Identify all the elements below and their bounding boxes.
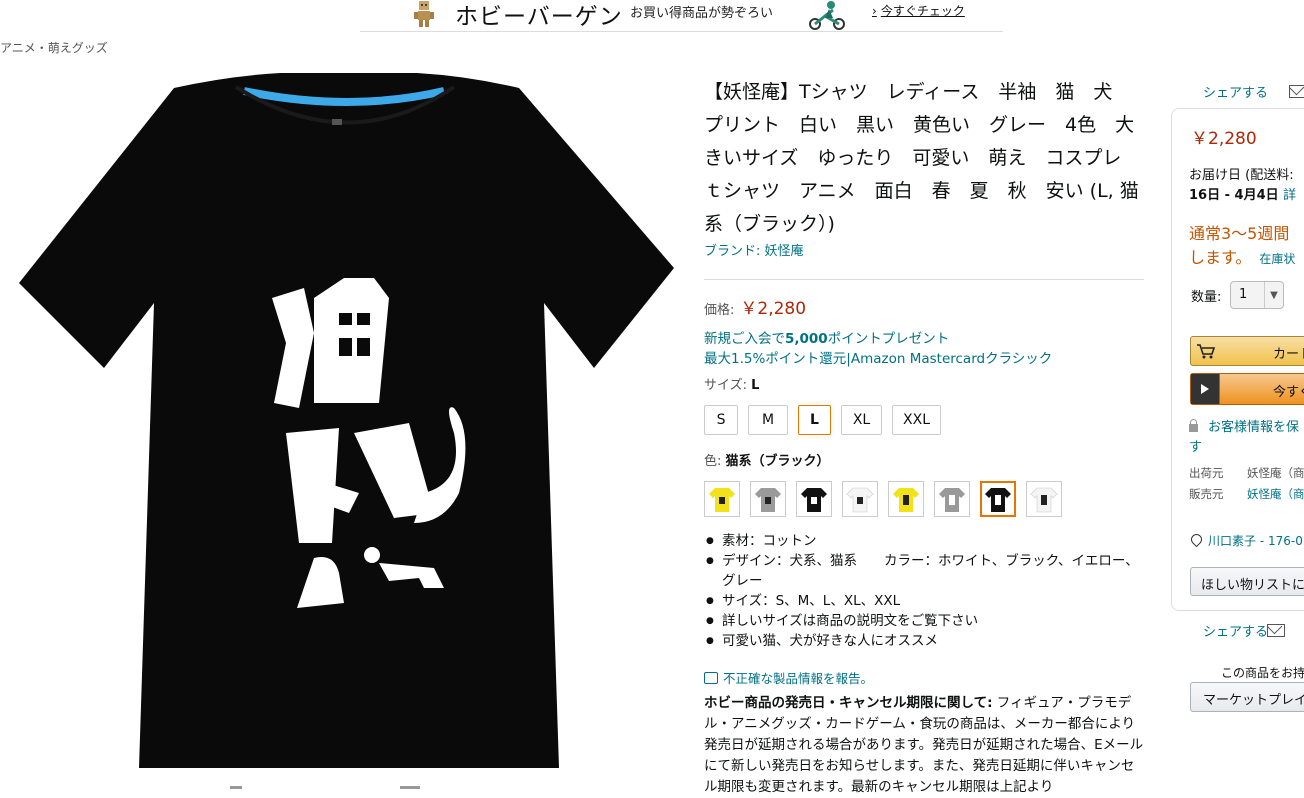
- breadcrumb[interactable]: アニメ・萌えグッズ: [0, 39, 108, 56]
- share-link[interactable]: シェアする: [1203, 82, 1304, 101]
- mastercard-promo-link[interactable]: 最大1.5%ポイント還元|Amazon Mastercardクラシック: [704, 347, 1052, 367]
- feature-bullet: 可愛い猫、犬が好きな人にオススメ: [704, 631, 1144, 651]
- size-option-xxl[interactable]: XXL: [892, 405, 941, 435]
- add-to-cart-button[interactable]: カートに: [1190, 336, 1304, 366]
- feature-bullet: 詳しいサイズは商品の説明文をご覧下さい: [704, 611, 1144, 631]
- delivery-address-link[interactable]: 川口素子 - 176-0: [1188, 531, 1303, 549]
- delivery-date-range: 16日 - 4月4日: [1189, 188, 1279, 203]
- feature-bullet: サイズ：S、M、L、XL、XXL: [704, 591, 1144, 611]
- feature-bullet: 素材：コットン: [704, 531, 1144, 551]
- quantity-select[interactable]: 1 ▼: [1230, 281, 1284, 309]
- price-row: 価格: ￥2,280: [704, 294, 806, 319]
- stock-status: 通常3～5週間: [1189, 224, 1290, 243]
- promo-suffix: ポイントプレゼント: [827, 331, 950, 347]
- color-selected: 猫系（ブラック）: [725, 454, 830, 469]
- address-text: 川口素子 - 176-0: [1208, 534, 1303, 548]
- swatch-yellow-dog[interactable]: [704, 481, 740, 517]
- color-swatches: [704, 481, 1062, 517]
- feature-bullets: 素材：コットン デザイン：犬系、猫系 カラー：ホワイト、ブラック、イエロー、グレ…: [704, 531, 1144, 651]
- report-label: 不正確な製品情報を報告。: [723, 671, 874, 686]
- bike-rider-icon: [809, 1, 845, 30]
- share-link-2[interactable]: シェアする: [1203, 621, 1285, 640]
- size-option-s[interactable]: S: [704, 405, 738, 435]
- play-icon: [1191, 374, 1220, 404]
- swatch-gray-cat[interactable]: [934, 481, 970, 517]
- share-label: シェアする: [1203, 86, 1269, 101]
- ship-from-row: 出荷元 妖怪庵（商: [1189, 465, 1304, 481]
- size-options: S M L XL XXL: [704, 405, 941, 435]
- price-label: 価格:: [704, 303, 735, 318]
- secure-transaction-link[interactable]: お客様情報を保 す: [1189, 418, 1304, 458]
- sell-on-amazon-label: この商品をお持: [1221, 666, 1304, 680]
- email-icon[interactable]: [1289, 85, 1304, 98]
- swatch-yellow-cat[interactable]: [888, 481, 924, 517]
- banner-subtitle: お買い得商品が勢ぞろい: [630, 6, 774, 21]
- product-title: 【妖怪庵】Tシャツ レディース 半袖 猫 犬 プリント 白い 黒い 黄色い グレ…: [704, 81, 1141, 235]
- seller-link[interactable]: 妖怪庵（商: [1247, 486, 1304, 502]
- cardboard-robot-icon: [414, 1, 434, 27]
- secure-text-2: す: [1189, 440, 1203, 455]
- swatch-black-dog[interactable]: [796, 481, 832, 517]
- chevron-down-icon: ▼: [1264, 282, 1283, 308]
- hobby-notice: ホビー商品の発売日・キャンセル期限に関して: フィギュア・プラモデル・アニメグッ…: [704, 693, 1144, 798]
- feature-bullet: デザイン：犬系、猫系 カラー：ホワイト、ブラック、イエロー、グレー: [704, 551, 1144, 591]
- price-value: ￥2,280: [740, 299, 807, 319]
- banner-title: ホビーバーゲン: [455, 4, 623, 30]
- lock-icon: [1189, 419, 1198, 432]
- ship-from-label: 出荷元: [1189, 466, 1224, 480]
- hobby-notice-heading: ホビー商品の発売日・キャンセル期限に関して:: [704, 695, 993, 711]
- size-selected: L: [751, 378, 760, 393]
- delivery-date-label: お届け日 (配送料:: [1189, 168, 1294, 183]
- add-to-cart-label: カートに: [1273, 347, 1304, 362]
- swatch-gray-dog[interactable]: [750, 481, 786, 517]
- sold-by-row: 販売元 妖怪庵（商: [1189, 486, 1304, 502]
- size-option-m[interactable]: M: [748, 405, 788, 435]
- add-to-wishlist-button[interactable]: ほしい物リストに: [1190, 567, 1304, 596]
- sold-by-label: 販売元: [1189, 487, 1224, 501]
- divider: [704, 279, 1144, 280]
- quantity-value: 1: [1239, 287, 1248, 302]
- buy-now-button[interactable]: 今すぐ: [1190, 373, 1304, 405]
- image-caption-fragment: [230, 786, 420, 789]
- comment-icon: [704, 672, 718, 684]
- delivery-date: 16日 - 4月4日 詳: [1189, 184, 1296, 203]
- share-label-2: シェアする: [1203, 625, 1269, 640]
- size-label: サイズ: L: [704, 374, 759, 393]
- report-incorrect-info-link[interactable]: 不正確な製品情報を報告。: [704, 668, 873, 687]
- buybox-price: ￥2,280: [1191, 129, 1257, 149]
- size-option-l[interactable]: L: [798, 405, 831, 435]
- marketplace-sell-button[interactable]: マーケットプレイ: [1190, 682, 1304, 712]
- size-option-xl[interactable]: XL: [841, 405, 882, 435]
- stock-info-link[interactable]: 在庫状: [1259, 252, 1295, 266]
- stock-status-text: します。: [1189, 248, 1252, 267]
- swatch-white-dog[interactable]: [842, 481, 878, 517]
- quantity-label: 数量:: [1191, 290, 1222, 305]
- delivery-details-link[interactable]: 詳: [1283, 188, 1296, 203]
- hobby-bargain-banner[interactable]: ホビーバーゲン お買い得商品が勢ぞろい 今すぐチェック: [360, 0, 1003, 32]
- points-promo-link[interactable]: 新規ご入会で5,000ポイントプレゼント: [704, 327, 949, 347]
- swatch-white-cat[interactable]: [1026, 481, 1062, 517]
- buy-now-label: 今すぐ: [1273, 385, 1304, 400]
- swatch-black-cat[interactable]: [980, 481, 1016, 517]
- email-icon[interactable]: [1267, 624, 1285, 637]
- product-image[interactable]: [14, 73, 684, 773]
- secure-text-1: お客様情報を保: [1208, 420, 1300, 435]
- cart-icon: [1191, 337, 1221, 365]
- color-label: 色: 猫系（ブラック）: [704, 450, 830, 469]
- brand-link[interactable]: ブランド: 妖怪庵: [704, 240, 804, 259]
- location-pin-icon: [1188, 531, 1205, 548]
- promo-prefix: 新規ご入会で: [704, 331, 785, 347]
- stock-status-2: します。 在庫状: [1189, 244, 1295, 268]
- ship-from-value: 妖怪庵（商: [1247, 466, 1304, 480]
- banner-check-link[interactable]: 今すぐチェック: [872, 2, 965, 19]
- size-label-text: サイズ:: [704, 378, 752, 393]
- promo-points: 5,000: [785, 331, 828, 347]
- color-label-text: 色:: [704, 454, 726, 469]
